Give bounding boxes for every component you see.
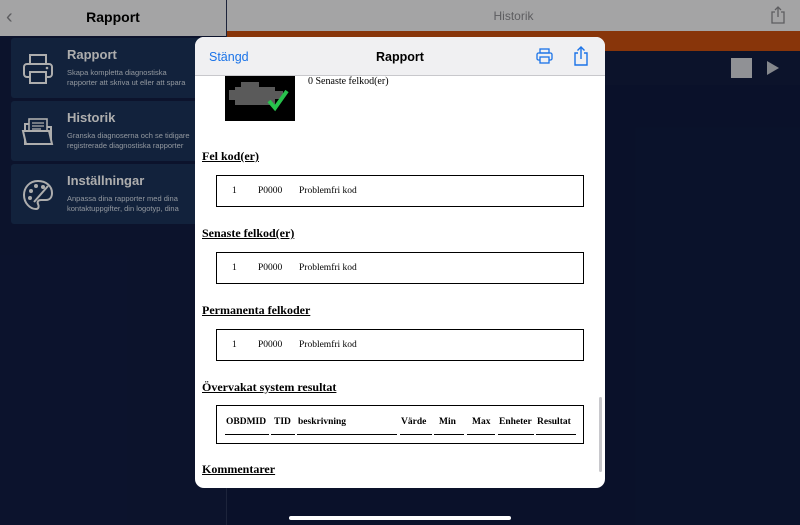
share-icon[interactable] [573, 46, 589, 66]
column-header: Resultat [537, 417, 571, 427]
column-underline [434, 434, 464, 435]
code-number: 1 [232, 340, 237, 350]
modal-navbar: Stängd Rapport [195, 37, 605, 76]
section-title: Fel kod(er) [202, 149, 259, 163]
code-table: 1 P0000 Problemfri kod [216, 175, 584, 207]
column-underline [467, 434, 495, 435]
column-header: beskrivning [298, 417, 347, 427]
column-underline [536, 434, 576, 435]
section-title: Övervakat system resultat [202, 380, 337, 394]
code-description: Problemfri kod [299, 340, 357, 350]
column-underline [400, 434, 432, 435]
code-number: 1 [232, 263, 237, 273]
column-underline [225, 434, 269, 435]
section-title: Senaste felkod(er) [202, 226, 295, 240]
column-underline [297, 434, 397, 435]
column-underline [498, 434, 534, 435]
scrollbar[interactable] [599, 397, 602, 472]
column-header: Max [472, 417, 491, 427]
column-header: Värde [401, 417, 427, 427]
report-content: 0 Senaste felkod(er) Fel kod(er) 1 P0000… [195, 37, 605, 488]
section-title: Kommentarer [202, 462, 276, 476]
code-value: P0000 [258, 340, 283, 350]
report-modal: 0 Senaste felkod(er) Fel kod(er) 1 P0000… [195, 37, 605, 488]
monitor-table: OBDMID TID beskrivning Värde Min Max Enh… [216, 405, 584, 444]
latest-code-count: 0 Senaste felkod(er) [308, 76, 389, 87]
column-header: Min [439, 417, 456, 427]
column-header: Enheter [499, 417, 532, 427]
code-description: Problemfri kod [299, 263, 357, 273]
column-header: OBDMID [226, 417, 267, 427]
printer-icon[interactable] [536, 48, 553, 64]
code-value: P0000 [258, 263, 283, 273]
section-title: Permanenta felkoder [202, 303, 311, 317]
code-value: P0000 [258, 186, 283, 196]
column-header: TID [274, 417, 291, 427]
code-table: 1 P0000 Problemfri kod [216, 329, 584, 361]
column-underline [271, 434, 295, 435]
home-indicator[interactable] [289, 516, 511, 520]
code-number: 1 [232, 186, 237, 196]
code-table: 1 P0000 Problemfri kod [216, 252, 584, 284]
code-description: Problemfri kod [299, 186, 357, 196]
